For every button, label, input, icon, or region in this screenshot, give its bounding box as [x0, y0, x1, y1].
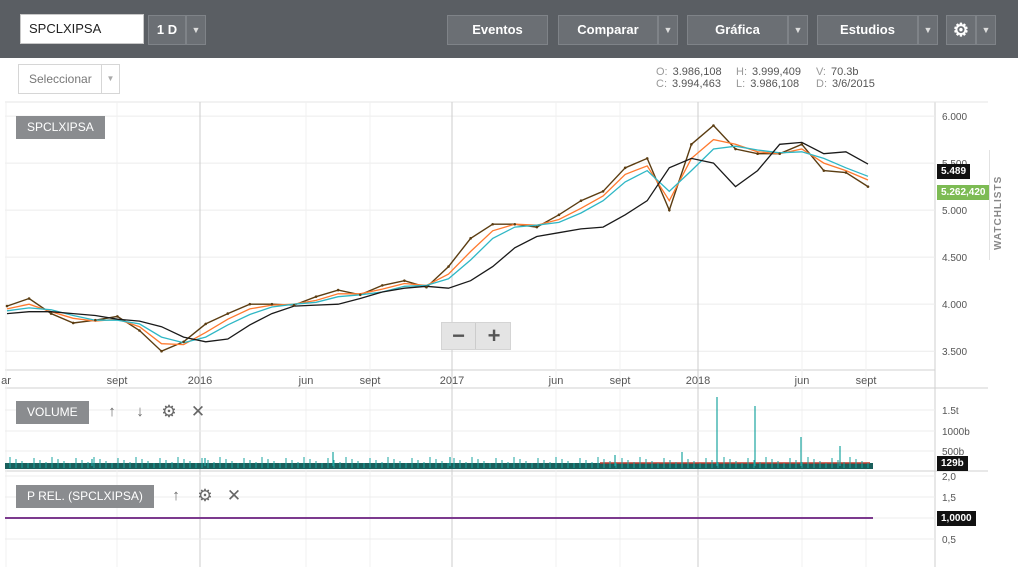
price-point — [5, 304, 9, 308]
y-tick-label: 4.500 — [942, 253, 967, 264]
x-tick-label: jun — [548, 375, 564, 387]
volume-y-tick-label: 1.5t — [942, 406, 959, 417]
price-point — [690, 143, 693, 146]
x-tick-label: 2018 — [686, 375, 710, 387]
price-point — [270, 302, 274, 306]
price-point — [712, 124, 715, 127]
price-point — [447, 265, 450, 268]
x-tick-label: sept — [360, 375, 381, 387]
chart-canvas[interactable]: 6.0005.5005.0004.5004.0003.500arsept2016… — [0, 0, 1018, 567]
price-point — [557, 213, 561, 217]
price-point — [778, 152, 781, 156]
price-point — [535, 225, 539, 229]
price-line — [6, 124, 869, 353]
price-point — [116, 315, 119, 318]
slow-ma-line — [6, 141, 869, 343]
price-point — [204, 322, 207, 326]
volume-baseline — [5, 463, 873, 469]
price-point — [138, 329, 141, 332]
price-point — [668, 208, 671, 212]
zoom-in-button[interactable]: + — [477, 323, 511, 349]
price-point — [822, 169, 826, 172]
price-point — [49, 312, 53, 315]
price-point — [866, 185, 870, 188]
price-point — [623, 166, 627, 170]
price-point — [358, 293, 362, 297]
x-tick-label: ar — [1, 375, 11, 387]
price-point — [800, 143, 804, 146]
price-point — [381, 284, 384, 287]
last-price-tag: 5.262,420 — [937, 185, 990, 200]
zoom-control: − + — [441, 322, 511, 350]
mid-ma-line — [6, 145, 869, 344]
move-up-icon[interactable]: ↑ — [103, 403, 121, 420]
x-tick-label: sept — [107, 375, 128, 387]
price-point — [844, 171, 848, 174]
price-point — [160, 349, 163, 353]
y-tick-label: 5.000 — [942, 206, 967, 217]
rel-panel-label: P REL. (SPCLXIPSA) — [16, 485, 154, 508]
gear-icon[interactable]: ⚙ — [196, 486, 214, 506]
x-tick-label: sept — [856, 375, 877, 387]
price-point — [248, 302, 252, 306]
rel-y-tick-label: 0,5 — [942, 535, 956, 546]
price-point — [292, 303, 296, 307]
x-tick-label: jun — [794, 375, 810, 387]
x-tick-label: jun — [298, 375, 314, 387]
move-down-icon[interactable]: ↓ — [131, 403, 149, 420]
gear-icon[interactable]: ⚙ — [160, 402, 178, 422]
price-point — [226, 312, 230, 315]
rel-y-tick-label: 2,0 — [942, 472, 956, 483]
price-point — [314, 295, 318, 298]
watchlists-tab[interactable]: WATCHLISTS — [989, 150, 1017, 260]
y-tick-label: 4.000 — [942, 300, 967, 311]
price-point — [94, 318, 97, 322]
price-point — [734, 147, 737, 151]
price-point — [27, 297, 31, 300]
price-point — [403, 279, 406, 282]
x-tick-label: 2017 — [440, 375, 464, 387]
zoom-out-button[interactable]: − — [442, 323, 476, 349]
price-point — [469, 237, 472, 240]
x-tick-label: sept — [610, 375, 631, 387]
price-point — [491, 222, 494, 226]
price-point — [182, 340, 185, 344]
close-icon[interactable]: ✕ — [189, 402, 207, 422]
rel-price-tag: 1,0000 — [937, 511, 976, 526]
main-panel-label: SPCLXIPSA — [16, 116, 105, 139]
price-point — [579, 199, 583, 203]
x-tick-label: 2016 — [188, 375, 212, 387]
series-lines — [5, 124, 870, 353]
close-icon[interactable]: ✕ — [225, 486, 243, 506]
volume-y-tick-label: 1000b — [942, 427, 970, 438]
price-point — [425, 285, 428, 289]
move-up-icon[interactable]: ↑ — [167, 487, 185, 504]
price-point — [601, 190, 605, 193]
y-tick-label: 6.000 — [942, 112, 967, 123]
price-point — [645, 157, 649, 160]
volume-panel-label: VOLUME — [16, 401, 89, 424]
price-point — [336, 288, 340, 292]
y-tick-label: 3.500 — [942, 347, 967, 358]
watchlists-label: WATCHLISTS — [993, 175, 1004, 250]
slow-ma-price-tag: 5.489 — [937, 164, 971, 179]
rel-y-tick-label: 1,5 — [942, 493, 956, 504]
volume-price-tag: 129b — [937, 456, 968, 471]
price-point — [513, 222, 517, 226]
price-point — [71, 321, 75, 325]
price-point — [756, 152, 759, 156]
fast-ma-line — [6, 138, 869, 346]
